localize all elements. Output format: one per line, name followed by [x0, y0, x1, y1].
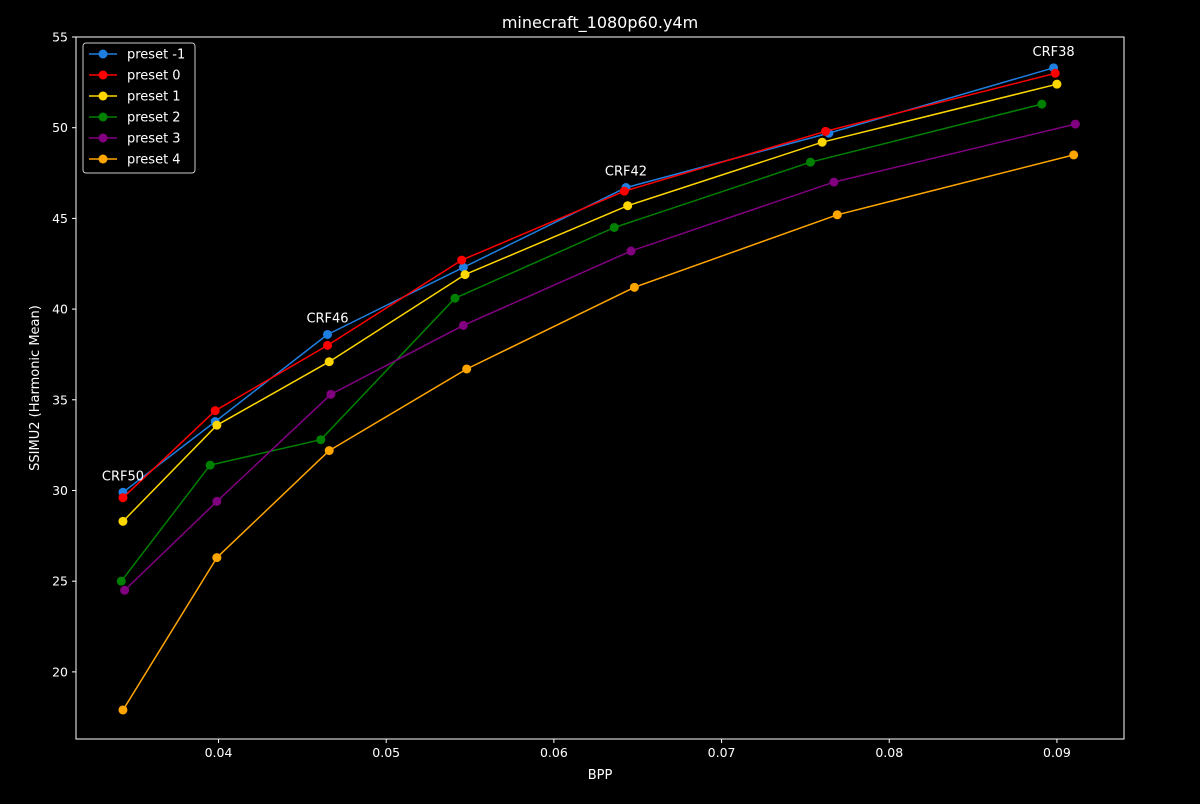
- legend-marker: [98, 112, 108, 122]
- data-point: [458, 320, 468, 330]
- data-point: [116, 576, 126, 586]
- data-point: [323, 340, 333, 350]
- data-point: [609, 222, 619, 232]
- x-tick-label: 0.08: [875, 745, 903, 760]
- y-tick-label: 55: [52, 30, 68, 45]
- data-point: [1070, 119, 1080, 129]
- data-point: [462, 364, 472, 374]
- legend-label: preset 2: [127, 111, 181, 126]
- legend-label: preset 0: [127, 69, 181, 84]
- data-point: [817, 137, 827, 147]
- x-tick-label: 0.04: [205, 745, 233, 760]
- data-point: [626, 246, 636, 256]
- data-point: [460, 270, 470, 280]
- y-axis-label: SSIMU2 (Harmonic Mean): [28, 305, 43, 471]
- data-point: [457, 255, 467, 265]
- data-point: [832, 210, 842, 220]
- plot-area: [75, 36, 1125, 740]
- y-tick-label: 40: [52, 302, 68, 317]
- data-point: [1037, 99, 1047, 109]
- data-point: [212, 553, 222, 563]
- data-point: [805, 157, 815, 167]
- legend-marker: [98, 154, 108, 164]
- y-tick-label: 25: [52, 574, 68, 589]
- legend-label: preset 1: [127, 90, 181, 105]
- chart: minecraft_1080p60.y4m BPP SSIMU2 (Harmon…: [0, 0, 1200, 800]
- data-point: [1052, 79, 1062, 89]
- data-point: [1050, 68, 1060, 78]
- data-point: [619, 186, 629, 196]
- data-point: [210, 406, 220, 416]
- legend-label: preset -1: [127, 48, 185, 63]
- data-point: [1069, 150, 1079, 160]
- y-tick-label: 20: [52, 664, 68, 679]
- legend-marker: [98, 70, 108, 80]
- x-tick-label: 0.07: [708, 745, 736, 760]
- legend-marker: [98, 91, 108, 101]
- chart-svg: minecraft_1080p60.y4m BPP SSIMU2 (Harmon…: [28, 13, 1125, 783]
- data-point: [821, 126, 831, 136]
- data-point: [623, 201, 633, 211]
- data-point: [829, 177, 839, 187]
- crf-annotation: CRF42: [605, 165, 647, 180]
- y-tick-label: 50: [52, 120, 68, 135]
- data-point: [326, 389, 336, 399]
- legend: preset -1 preset 0 preset 1 preset 2 preset …: [82, 42, 196, 174]
- data-point: [118, 516, 128, 526]
- crf-annotation: CRF50: [102, 469, 144, 484]
- x-tick-label: 0.05: [372, 745, 400, 760]
- y-ticks: 20 25 30 35 40 45 50 55: [52, 30, 76, 679]
- y-tick-label: 30: [52, 483, 68, 498]
- crf-annotation: CRF46: [306, 311, 348, 326]
- data-point: [324, 357, 334, 367]
- chart-title: minecraft_1080p60.y4m: [502, 13, 698, 33]
- x-tick-label: 0.06: [540, 745, 568, 760]
- data-point: [324, 446, 334, 456]
- data-point: [450, 293, 460, 303]
- y-tick-label: 45: [52, 211, 68, 226]
- data-point: [316, 435, 326, 445]
- data-point: [118, 493, 128, 503]
- data-point: [323, 329, 333, 339]
- legend-label: preset 4: [127, 153, 181, 168]
- data-point: [629, 282, 639, 292]
- legend-label: preset 3: [127, 132, 181, 147]
- x-ticks: 0.04 0.05 0.06 0.07 0.08 0.09: [205, 739, 1071, 760]
- legend-marker: [98, 49, 108, 59]
- data-point: [118, 705, 128, 715]
- data-point: [212, 420, 222, 430]
- x-tick-label: 0.09: [1043, 745, 1071, 760]
- data-point: [212, 496, 222, 506]
- data-point: [120, 585, 130, 595]
- legend-marker: [98, 133, 108, 143]
- data-point: [205, 460, 215, 470]
- y-tick-label: 35: [52, 392, 68, 407]
- x-axis-label: BPP: [588, 768, 613, 783]
- crf-annotation: CRF38: [1033, 45, 1075, 60]
